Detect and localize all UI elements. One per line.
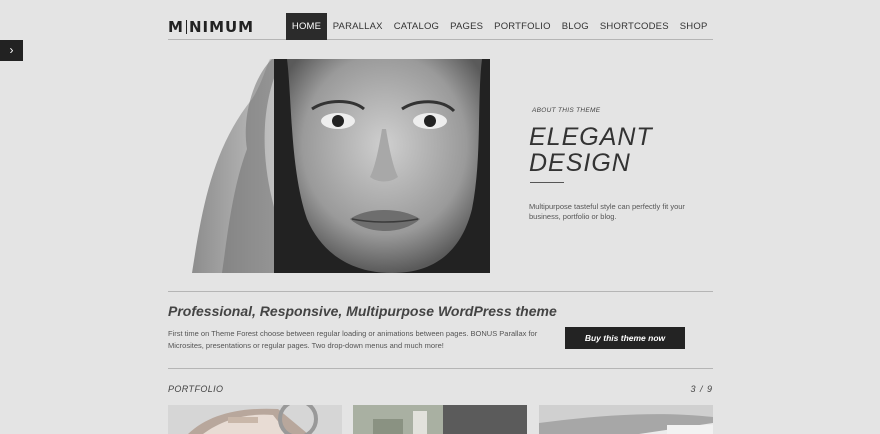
hero-title-line-2: DESIGN [529,149,631,177]
portfolio-thumbnail[interactable] [168,405,342,434]
hero-title: ELEGANT DESIGN [529,124,653,176]
hero-description: Multipurpose tasteful style can perfectl… [529,202,685,221]
hero-portrait-image [192,59,502,273]
portfolio-thumbnail[interactable] [539,405,713,434]
portfolio-page-counter: 3 / 9 [690,384,713,394]
nav-item-shop[interactable]: SHOP [674,13,713,40]
about-theme-label: ABOUT THIS THEME [532,107,601,114]
nav-item-catalog[interactable]: CATALOG [388,13,444,40]
section-divider-bottom [168,368,713,369]
portfolio-heading: PORTFOLIO [168,384,224,394]
buy-theme-button[interactable]: Buy this theme now [565,327,685,349]
site-header: M NIMUM HOME PARALLAX CATALOG PAGES PORTF… [168,13,713,40]
chevron-right-icon: › [9,43,14,57]
logo-text-end: NIMUM [188,18,255,36]
promo-tagline: Professional, Responsive, Multipurpose W… [168,303,557,319]
section-divider-top [168,291,713,292]
sidebar-toggle-button[interactable]: › [0,40,23,61]
nav-item-parallax[interactable]: PARALLAX [327,13,388,40]
main-nav: HOME PARALLAX CATALOG PAGES PORTFOLIO BL… [285,13,713,40]
nav-item-portfolio[interactable]: PORTFOLIO [489,13,557,40]
logo-bar [185,20,187,34]
hero-title-line-1: ELEGANT [529,123,653,151]
hero-title-underline [530,182,564,183]
portfolio-thumbnail[interactable] [353,405,527,434]
nav-item-blog[interactable]: BLOG [556,13,594,40]
site-logo[interactable]: M NIMUM [168,18,255,36]
logo-text-start: M [168,18,184,36]
nav-item-shortcodes[interactable]: SHORTCODES [594,13,674,40]
nav-item-pages[interactable]: PAGES [445,13,489,40]
nav-item-home[interactable]: HOME [285,13,328,40]
promo-text: First time on Theme Forest choose betwee… [168,329,538,350]
